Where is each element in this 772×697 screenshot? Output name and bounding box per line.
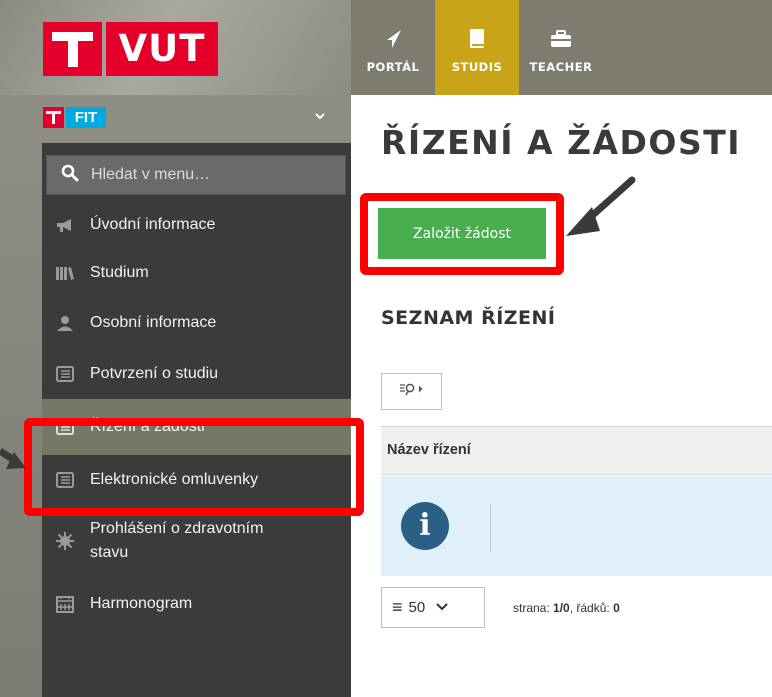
arrow-icon-to-menu-item: [0, 448, 26, 469]
annotation-arrows: [0, 176, 636, 469]
arrow-icon-to-button: [566, 176, 636, 236]
